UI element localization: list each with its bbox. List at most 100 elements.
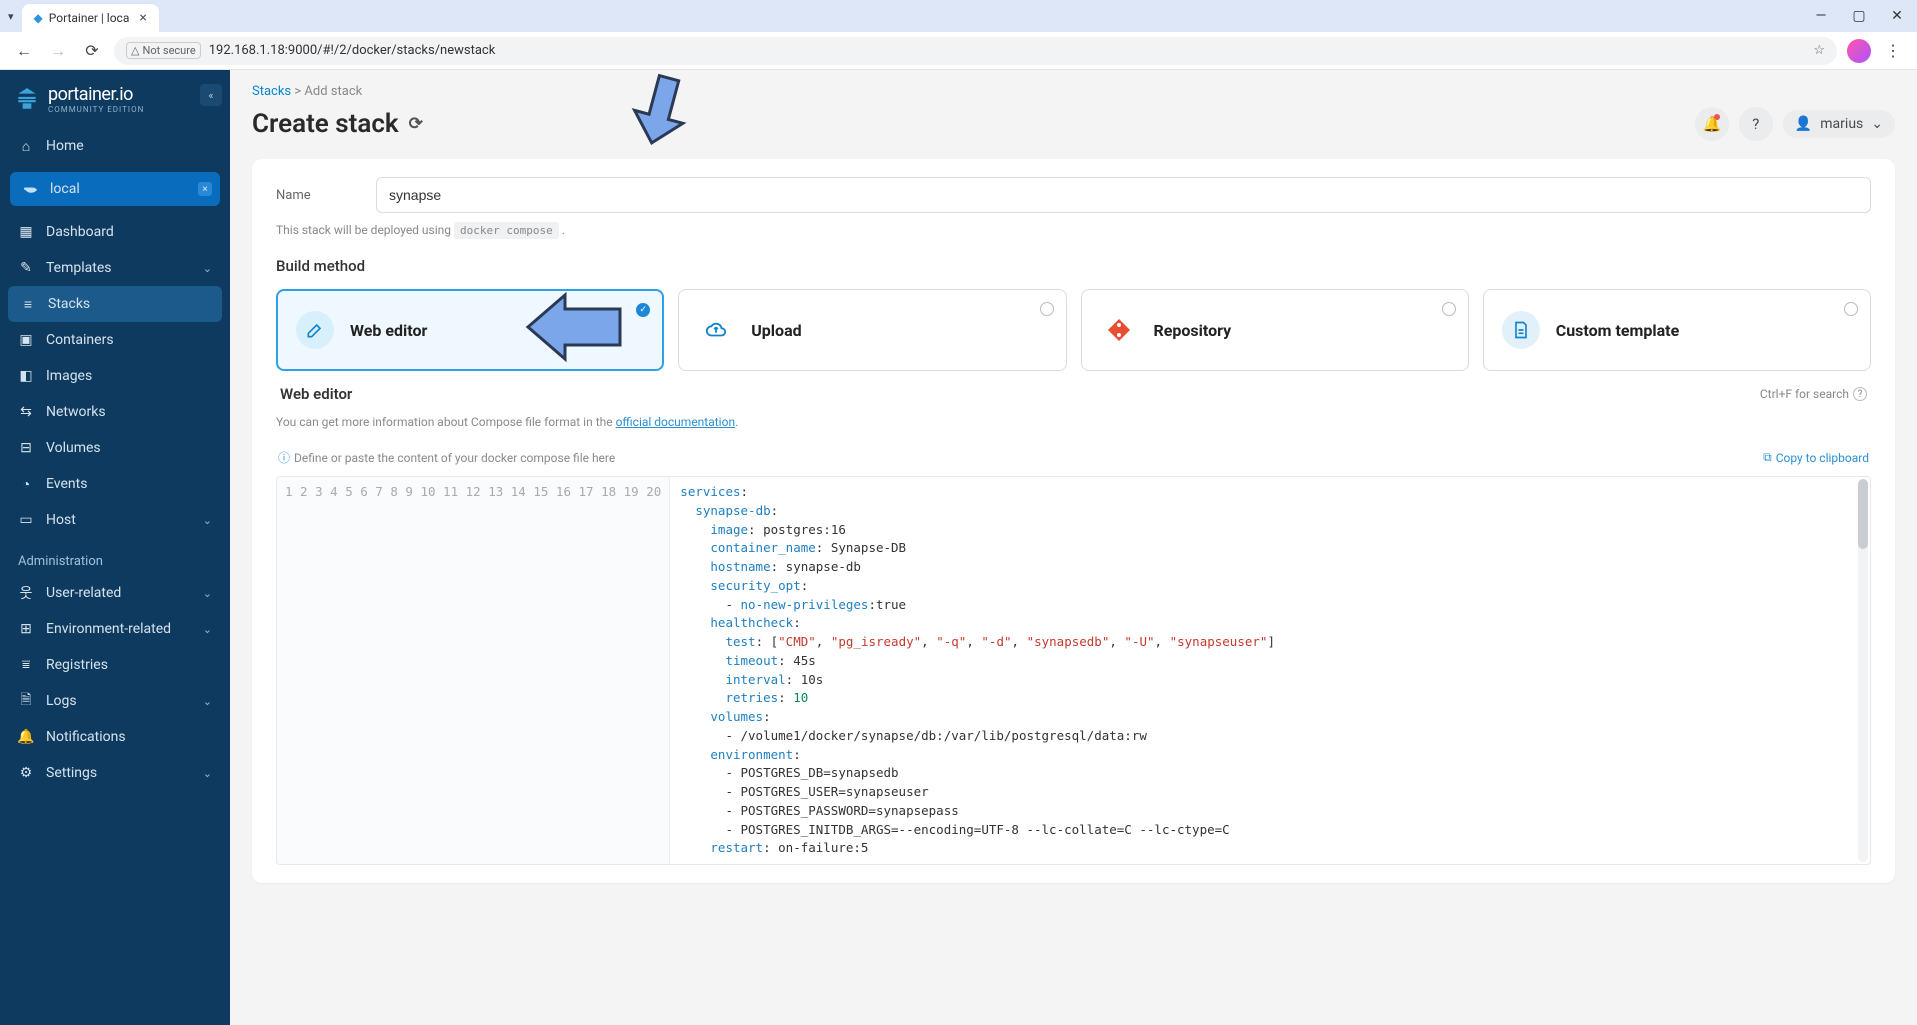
host-icon: ▭ <box>18 512 34 528</box>
notifications-button[interactable]: 🔔 <box>1695 107 1729 141</box>
help-icon: ? <box>1752 115 1759 133</box>
user-name: marius <box>1820 116 1863 132</box>
editor-placeholder-hint: Define or paste the content of your dock… <box>294 451 615 465</box>
sidebar-item-events[interactable]: ◔ Events <box>0 466 230 502</box>
sidebar-item-containers[interactable]: ▣ Containers <box>0 322 230 358</box>
bookmark-star-icon[interactable]: ☆ <box>1813 43 1825 58</box>
collapse-sidebar-button[interactable]: « <box>200 84 222 106</box>
back-button[interactable]: ← <box>12 39 36 63</box>
environment-icon: ⊞ <box>18 621 34 637</box>
refresh-icon[interactable]: ⟳ <box>409 114 423 134</box>
method-card-repository[interactable]: Repository <box>1081 289 1469 371</box>
close-window-button[interactable]: ✕ <box>1885 4 1909 28</box>
edit-icon <box>296 311 334 349</box>
help-icon[interactable]: ? <box>1853 387 1867 401</box>
sidebar-item-settings[interactable]: ⚙ Settings ⌄ <box>0 755 230 791</box>
reload-button[interactable]: ⟳ <box>80 39 104 63</box>
chevron-down-icon: ⌄ <box>1871 116 1883 132</box>
chevron-down-icon: ⌄ <box>203 587 212 600</box>
docker-whale-icon <box>22 180 40 198</box>
editor-scrollbar-thumb[interactable] <box>1858 479 1868 549</box>
method-label: Upload <box>751 321 801 340</box>
stack-name-input[interactable] <box>376 177 1871 213</box>
sidebar-item-host[interactable]: ▭ Host ⌄ <box>0 502 230 538</box>
git-icon <box>1100 311 1138 349</box>
sidebar-item-templates[interactable]: ✎ Templates ⌄ <box>0 250 230 286</box>
method-card-upload[interactable]: Upload <box>678 289 1066 371</box>
copy-to-clipboard-button[interactable]: ⧉ Copy to clipboard <box>1763 450 1869 465</box>
sidebar-section-admin: Administration <box>0 538 230 575</box>
method-card-custom-template[interactable]: Custom template <box>1483 289 1871 371</box>
compose-code-editor[interactable]: 1 2 3 4 5 6 7 8 9 10 11 12 13 14 15 16 1… <box>276 476 1871 865</box>
forward-button[interactable]: → <box>46 39 70 63</box>
deploy-helper-text: This stack will be deployed using docker… <box>276 223 1871 237</box>
method-label: Repository <box>1154 321 1232 340</box>
tabs-dropdown[interactable]: ▾ <box>8 10 14 23</box>
upload-icon <box>697 311 735 349</box>
create-stack-panel: Name This stack will be deployed using d… <box>252 159 1895 883</box>
chevron-down-icon: ⌄ <box>203 767 212 780</box>
sidebar-item-environment-related[interactable]: ⊞ Environment-related ⌄ <box>0 611 230 647</box>
home-icon: ⌂ <box>18 138 34 154</box>
url-box[interactable]: △Not secure 192.168.1.18:9000/#!/2/docke… <box>114 37 1837 65</box>
brand-name: portainer.io <box>48 84 144 105</box>
info-icon: ⓘ <box>278 449 290 466</box>
user-icon: 👤 <box>1795 116 1812 132</box>
breadcrumb-root[interactable]: Stacks <box>252 84 291 99</box>
tab-title: Portainer | loca <box>49 11 130 25</box>
sidebar-item-networks[interactable]: ⇆ Networks <box>0 394 230 430</box>
env-name: local <box>50 181 80 197</box>
method-radio <box>1040 302 1054 316</box>
chevron-down-icon: ⌄ <box>203 514 212 527</box>
sidebar-item-label: Networks <box>46 404 106 420</box>
sidebar-item-logs[interactable]: 🗎 Logs ⌄ <box>0 683 230 719</box>
official-doc-link[interactable]: official documentation <box>616 415 736 429</box>
breadcrumb: Stacks > Add stack <box>230 70 1917 103</box>
sidebar-item-notifications[interactable]: 🔔 Notifications <box>0 719 230 755</box>
sidebar-item-user-related[interactable]: 웃 User-related ⌄ <box>0 575 230 611</box>
minimize-button[interactable]: — <box>1809 4 1833 28</box>
chevron-down-icon: ⌄ <box>203 695 212 708</box>
copy-icon: ⧉ <box>1763 450 1772 465</box>
browser-tab[interactable]: ◆ Portainer | loca × <box>22 4 159 32</box>
containers-icon: ▣ <box>18 332 34 348</box>
method-card-web-editor[interactable]: Web editor <box>276 289 664 371</box>
sidebar-item-label: Logs <box>46 693 77 709</box>
address-bar: ← → ⟳ △Not secure 192.168.1.18:9000/#!/2… <box>0 32 1917 70</box>
sidebar-item-images[interactable]: ◧ Images <box>0 358 230 394</box>
sidebar-item-label: Templates <box>46 260 112 276</box>
browser-menu-icon[interactable]: ⋮ <box>1881 39 1905 63</box>
user-menu[interactable]: 👤 marius ⌄ <box>1783 110 1895 138</box>
security-indicator[interactable]: △Not secure <box>126 42 201 59</box>
gear-icon: ⚙ <box>18 765 34 781</box>
environment-selector[interactable]: local × <box>10 172 220 206</box>
sidebar-item-label: Containers <box>46 332 114 348</box>
help-button[interactable]: ? <box>1739 107 1773 141</box>
annotation-arrow-web-editor <box>520 289 630 367</box>
sidebar-item-label: Host <box>46 512 76 528</box>
sidebar-item-volumes[interactable]: ⊟ Volumes <box>0 430 230 466</box>
templates-icon: ✎ <box>18 260 34 276</box>
template-icon <box>1502 311 1540 349</box>
breadcrumb-leaf: Add stack <box>304 84 362 99</box>
sidebar-item-label: User-related <box>46 585 121 601</box>
env-close-icon[interactable]: × <box>198 182 212 196</box>
page-title: Create stack ⟳ <box>252 109 423 139</box>
volumes-icon: ⊟ <box>18 440 34 456</box>
maximize-button[interactable]: ▢ <box>1847 4 1871 28</box>
brand-subtitle: COMMUNITY EDITION <box>48 105 144 114</box>
sidebar-item-registries[interactable]: ⩸ Registries <box>0 647 230 683</box>
window-controls: — ▢ ✕ <box>1809 4 1909 28</box>
code-body[interactable]: services: synapse-db: image: postgres:16… <box>670 477 1870 864</box>
users-icon: 웃 <box>18 585 34 601</box>
sidebar-item-dashboard[interactable]: ▦ Dashboard <box>0 214 230 250</box>
sidebar-item-stacks[interactable]: ≡ Stacks <box>8 286 222 322</box>
chevron-down-icon: ⌄ <box>203 262 212 275</box>
images-icon: ◧ <box>18 368 34 384</box>
sidebar-item-home[interactable]: ⌂ Home <box>0 128 230 164</box>
method-radio <box>1844 302 1858 316</box>
close-tab-icon[interactable]: × <box>139 10 146 26</box>
line-gutter: 1 2 3 4 5 6 7 8 9 10 11 12 13 14 15 16 1… <box>277 477 670 864</box>
sidebar-item-label: Notifications <box>46 729 126 745</box>
profile-avatar[interactable] <box>1847 39 1871 63</box>
